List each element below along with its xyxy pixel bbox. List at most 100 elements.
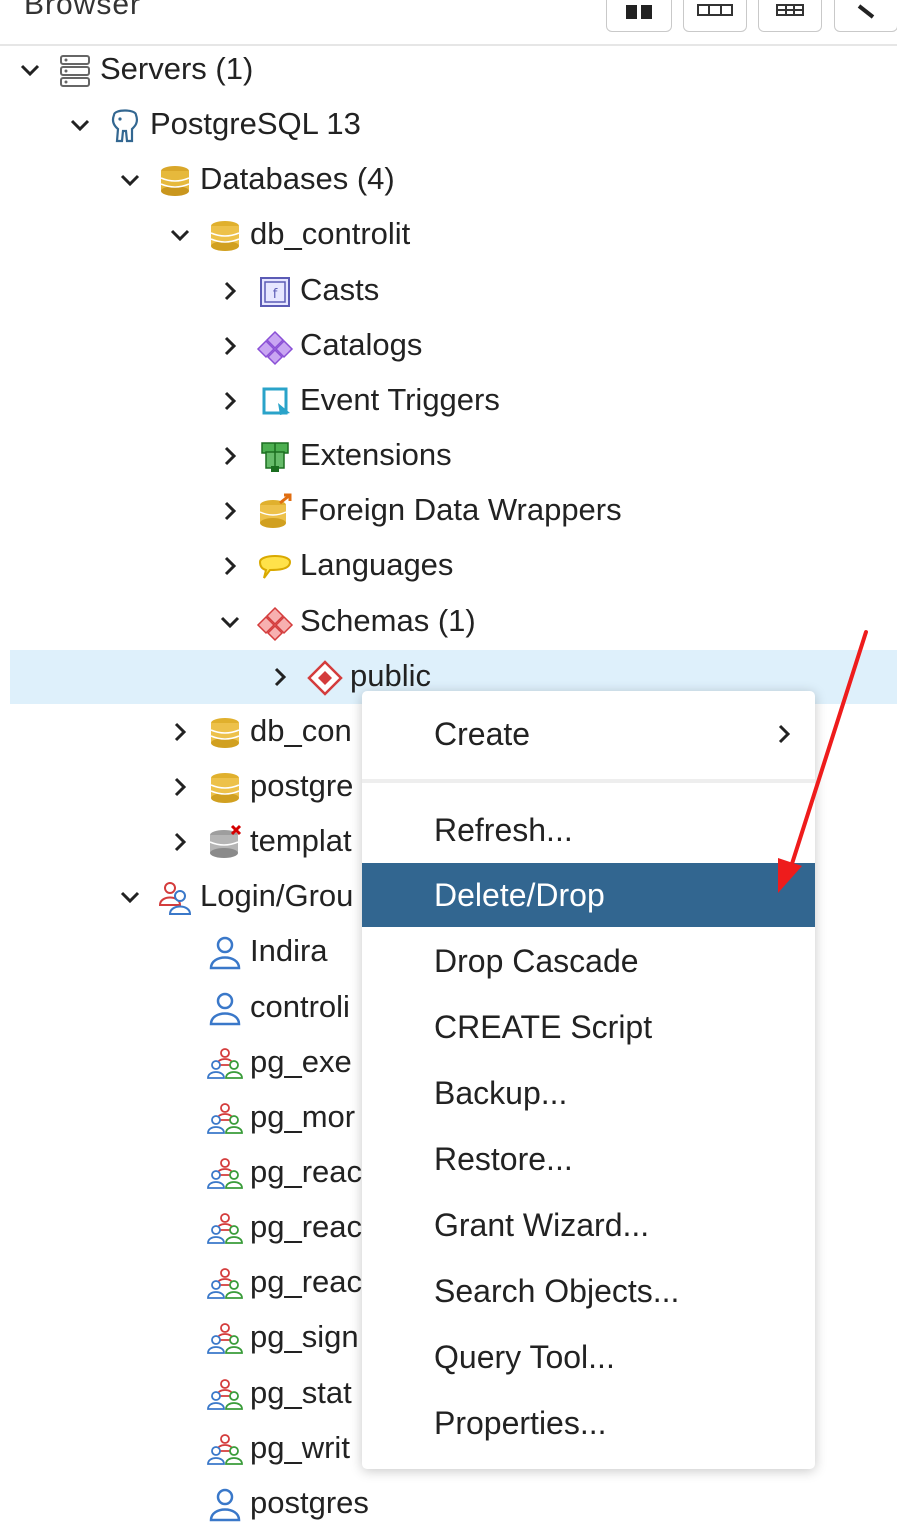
tree-item-label: Indira xyxy=(250,933,328,969)
database-icon xyxy=(206,714,244,752)
tree-item[interactable]: Foreign Data Wrappers xyxy=(10,484,897,538)
tree-item-label: pg_mor xyxy=(250,1098,356,1134)
menu-item-label: Refresh... xyxy=(434,812,573,848)
chevron-right-icon[interactable] xyxy=(218,279,242,303)
tree-item-label: postgres xyxy=(250,1484,369,1520)
menu-item-refresh[interactable]: Refresh... xyxy=(362,798,815,862)
menu-item-search-objects[interactable]: Search Objects... xyxy=(362,1259,815,1323)
tree-item-label: Foreign Data Wrappers xyxy=(300,492,622,528)
extensions-icon xyxy=(256,438,294,476)
tree-item[interactable]: PostgreSQL 13 xyxy=(10,98,897,152)
tree-item-label: pg_reac xyxy=(250,1264,363,1300)
tree-item[interactable]: f Casts xyxy=(10,264,897,318)
schemas-icon xyxy=(256,604,294,642)
servers-icon xyxy=(56,52,94,90)
menu-item-query-tool[interactable]: Query Tool... xyxy=(362,1325,815,1389)
tree-item-label: db_controlit xyxy=(250,216,411,252)
menu-item-label: Query Tool... xyxy=(434,1339,615,1375)
tree-item-label: Event Triggers xyxy=(300,381,500,417)
chevron-down-icon[interactable] xyxy=(168,223,192,247)
group-role-icon xyxy=(206,1100,244,1138)
tree-item[interactable]: Databases (4) xyxy=(10,153,897,207)
tree-item-label: Schemas (1) xyxy=(300,602,476,638)
chevron-right-icon[interactable] xyxy=(268,665,292,689)
group-role-icon xyxy=(206,1265,244,1303)
chevron-down-icon[interactable] xyxy=(218,610,242,634)
menu-item-label: Search Objects... xyxy=(434,1273,680,1309)
menu-item-properties[interactable]: Properties... xyxy=(362,1391,815,1455)
search-button[interactable] xyxy=(834,0,897,32)
chevron-down-icon[interactable] xyxy=(18,58,42,82)
group-role-icon xyxy=(206,1376,244,1414)
submenu-chevron-right-icon xyxy=(772,722,796,746)
context-menu: Create Refresh... Delete/Drop Drop Cascade C… xyxy=(362,691,815,1469)
login-group-roles-icon xyxy=(156,879,194,917)
tree-item-label: pg_reac xyxy=(250,1154,363,1189)
tree-item[interactable]: postgres xyxy=(10,1477,897,1531)
tree-item-label: postgre xyxy=(250,767,354,803)
databases-icon xyxy=(156,162,194,200)
menu-item-label: Create xyxy=(434,716,531,752)
tree-item-label: controli xyxy=(250,988,350,1024)
tree-item-label: db_con xyxy=(250,712,352,748)
tree-item-label: Databases (4) xyxy=(200,161,395,197)
foreign-data-wrappers-icon xyxy=(256,493,294,531)
chevron-right-icon[interactable] xyxy=(218,334,242,358)
group-role-icon xyxy=(206,1320,244,1358)
tree-item[interactable]: Extensions xyxy=(10,429,897,483)
tree-item-label: Casts xyxy=(300,271,380,307)
menu-item-label: Grant Wizard... xyxy=(434,1207,650,1243)
svg-text:f: f xyxy=(273,287,278,302)
tree-item-label: Catalogs xyxy=(300,326,423,362)
tree-item-label: public xyxy=(350,657,431,693)
chevron-right-icon[interactable] xyxy=(168,830,192,854)
group-role-icon xyxy=(206,1045,244,1083)
chevron-right-icon[interactable] xyxy=(168,720,192,744)
chevron-right-icon[interactable] xyxy=(218,499,242,523)
menu-item-grant-wizard[interactable]: Grant Wizard... xyxy=(362,1193,815,1257)
object-explorer-button[interactable] xyxy=(606,0,672,32)
menu-item-backup[interactable]: Backup... xyxy=(362,1061,815,1125)
browser-toolbar: Browser xyxy=(0,0,897,46)
tree-item[interactable]: Schemas (1) xyxy=(10,595,897,649)
group-role-icon xyxy=(206,1431,244,1469)
menu-item-label: Restore... xyxy=(434,1141,573,1177)
tree-item[interactable]: Event Triggers xyxy=(10,374,897,428)
chevron-down-icon[interactable] xyxy=(118,885,142,909)
menu-item-create-script[interactable]: CREATE Script xyxy=(362,995,815,1059)
menu-item-create[interactable]: Create xyxy=(362,702,815,766)
menu-item-delete-drop[interactable]: Delete/Drop xyxy=(362,863,815,927)
filtered-rows-button[interactable] xyxy=(758,0,822,32)
event-triggers-icon xyxy=(256,383,294,421)
tree-item-label: pg_sign xyxy=(250,1319,359,1355)
database-disconnected-icon xyxy=(206,824,244,862)
menu-item-drop-cascade[interactable]: Drop Cascade xyxy=(362,929,815,993)
schema-public-icon xyxy=(306,659,344,697)
catalogs-icon xyxy=(256,328,294,366)
chevron-right-icon[interactable] xyxy=(218,389,242,413)
menu-item-label: CREATE Script xyxy=(434,1009,653,1045)
group-role-icon xyxy=(206,1155,244,1193)
chevron-down-icon[interactable] xyxy=(118,168,142,192)
tree-item[interactable]: Catalogs xyxy=(10,319,897,373)
chevron-right-icon[interactable] xyxy=(218,444,242,468)
menu-item-label: Drop Cascade xyxy=(434,943,639,979)
tree-item[interactable]: Languages xyxy=(10,539,897,593)
table-toolbar-icon xyxy=(697,4,733,16)
chevron-down-icon[interactable] xyxy=(68,113,92,137)
browser-panel-title: Browser xyxy=(24,0,142,21)
tree-item-label: Servers (1) xyxy=(100,51,254,86)
casts-icon: f xyxy=(256,273,294,311)
chevron-right-icon[interactable] xyxy=(168,775,192,799)
postgresql-elephant-icon xyxy=(106,107,144,145)
group-role-icon xyxy=(206,1210,244,1248)
menu-separator xyxy=(362,779,815,783)
login-role-icon xyxy=(206,1486,244,1524)
tree-item[interactable]: db_controlit xyxy=(10,208,897,262)
chevron-right-icon[interactable] xyxy=(218,554,242,578)
tree-item[interactable]: Servers (1) xyxy=(10,43,897,97)
menu-item-restore[interactable]: Restore... xyxy=(362,1127,815,1191)
search-icon xyxy=(857,4,875,19)
languages-icon xyxy=(256,548,294,586)
view-data-button[interactable] xyxy=(683,0,747,32)
